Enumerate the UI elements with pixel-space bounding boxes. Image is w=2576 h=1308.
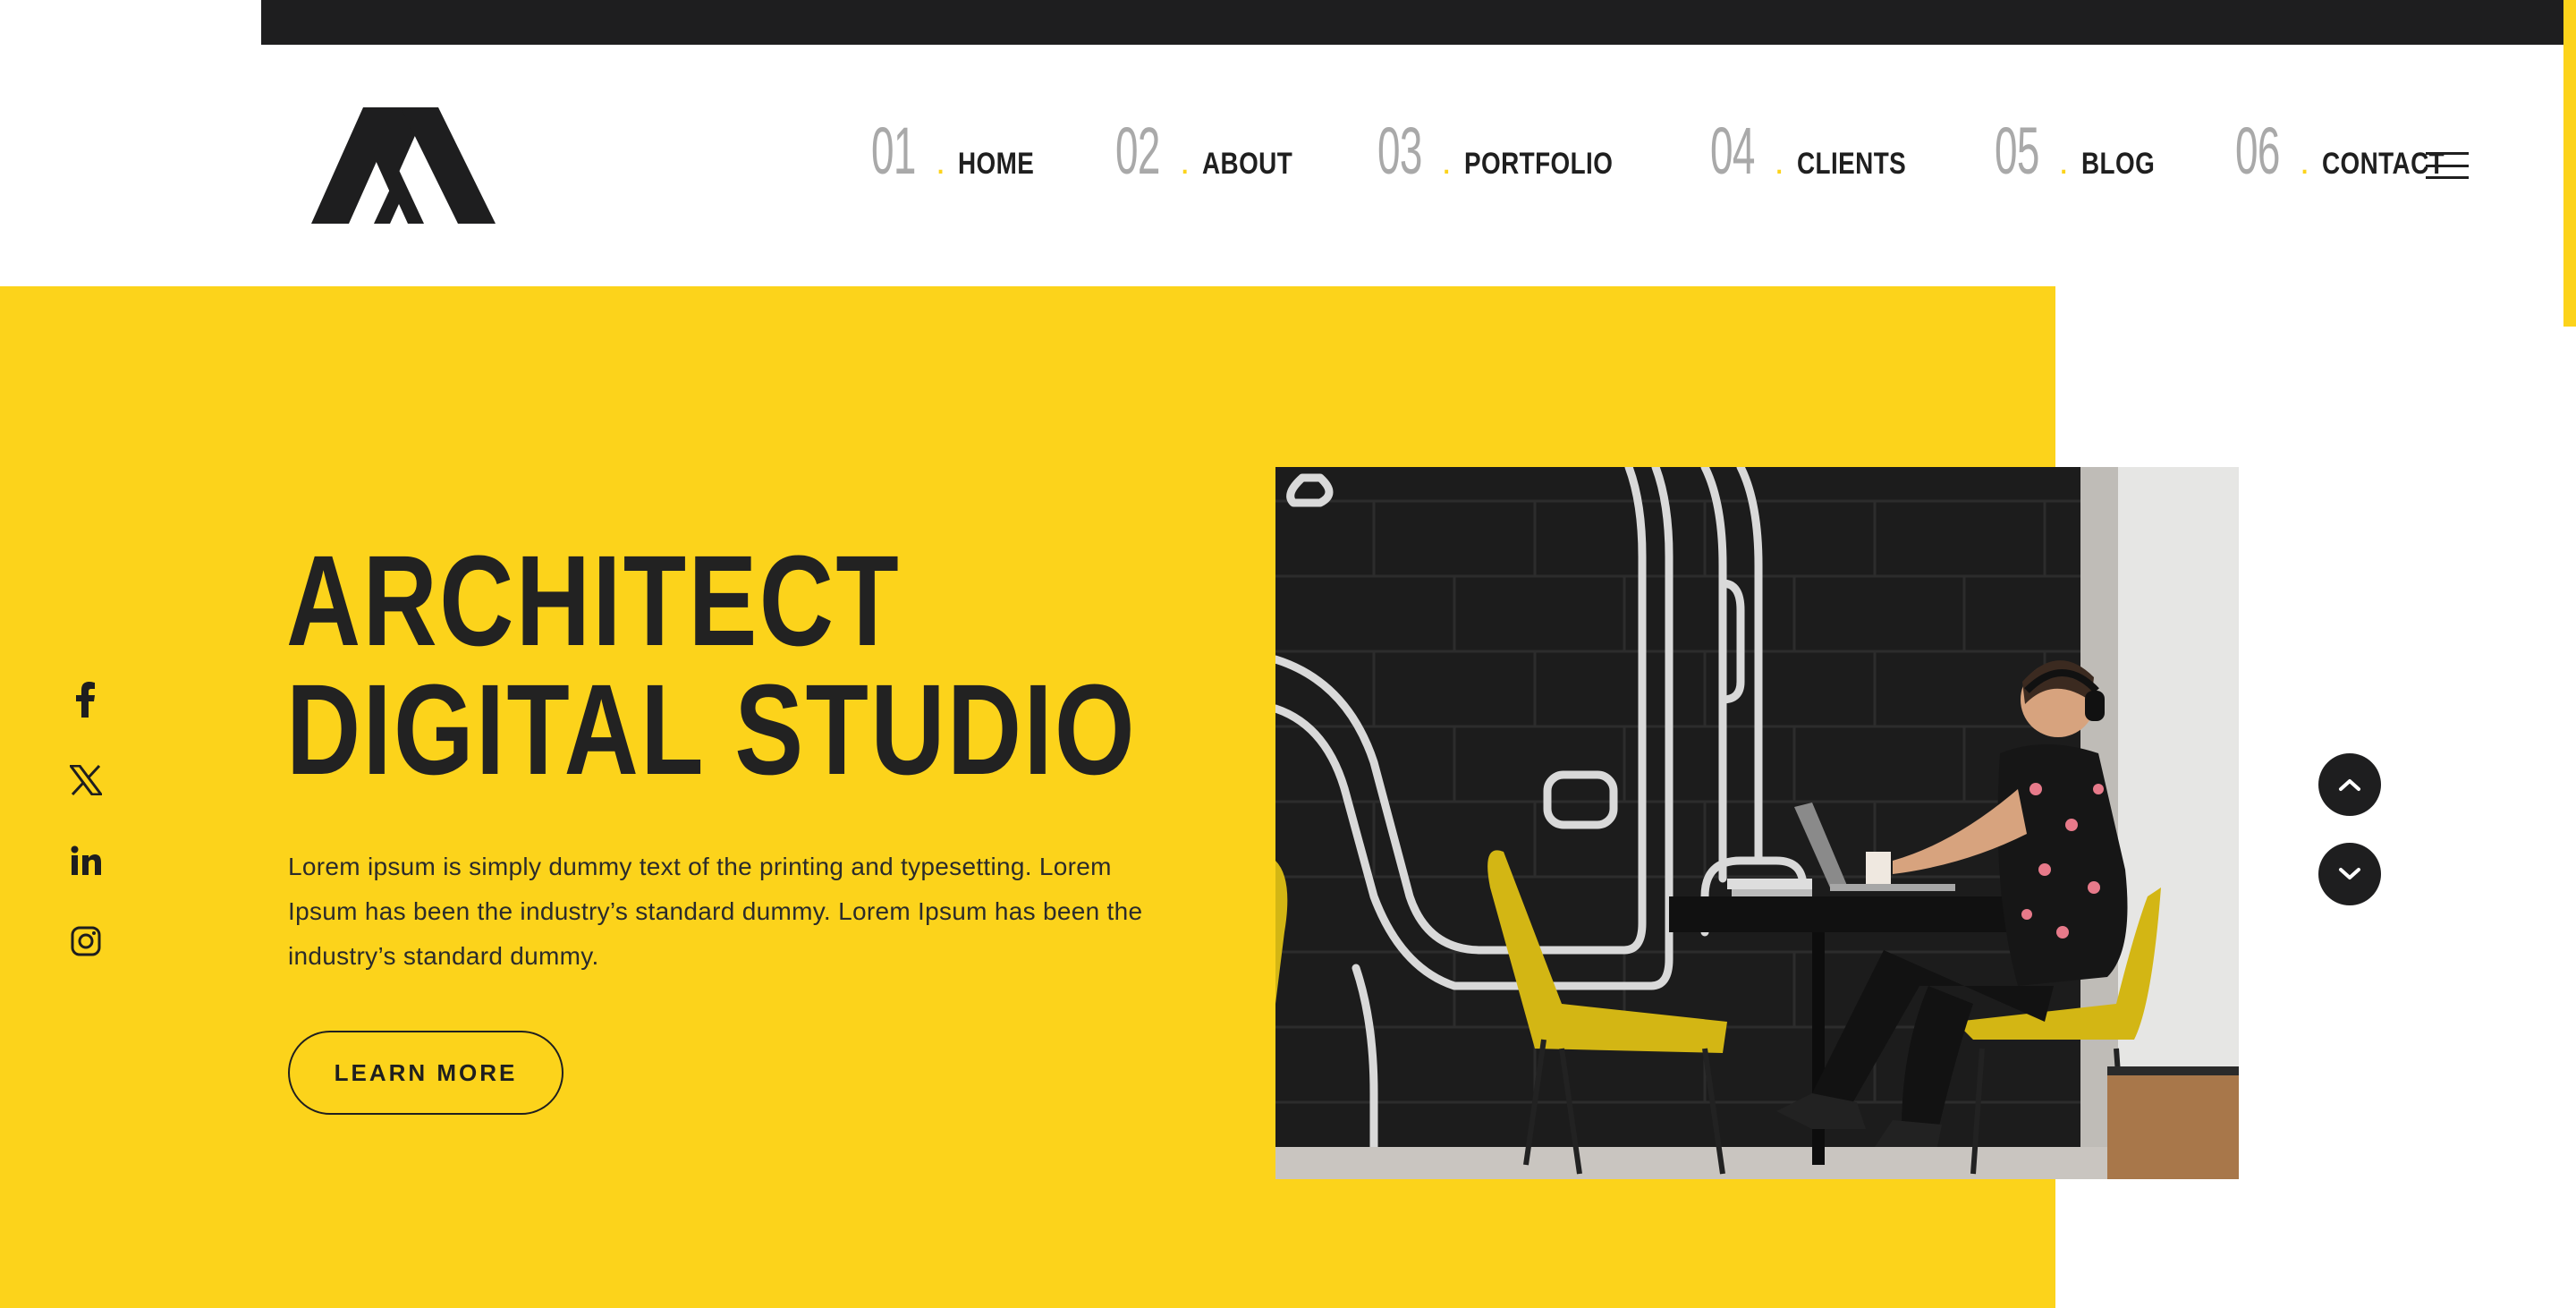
hero-description: Lorem ipsum is simply dummy text of the … bbox=[288, 853, 1143, 970]
top-bar bbox=[261, 0, 2576, 45]
social-links bbox=[64, 680, 107, 1002]
slider-prev-button[interactable] bbox=[2318, 753, 2381, 816]
site-logo[interactable] bbox=[311, 107, 496, 224]
nav-number-wrap: 03 bbox=[1377, 113, 1440, 189]
nav-number: 06 bbox=[2235, 114, 2280, 188]
nav-number-wrap: 05 bbox=[1995, 113, 2057, 189]
headline-line: DIGITAL STUDIO bbox=[286, 658, 1137, 802]
nav-item-home[interactable]: 01 . HOME bbox=[871, 113, 1051, 189]
nav-number: 05 bbox=[1994, 114, 2039, 188]
nav-label: PORTFOLIO bbox=[1463, 147, 1614, 181]
hamburger-line bbox=[2426, 152, 2469, 155]
nav-item-blog[interactable]: 05 . BLOG bbox=[1995, 113, 2171, 189]
hamburger-icon[interactable] bbox=[2426, 152, 2469, 179]
slider-next-button[interactable] bbox=[2318, 843, 2381, 905]
nav-dot: . bbox=[1441, 142, 1452, 182]
nav-number-wrap: 06 bbox=[2235, 113, 2298, 189]
hamburger-line bbox=[2426, 164, 2469, 167]
nav-dot: . bbox=[1774, 142, 1784, 182]
headline-line: ARCHITECT bbox=[286, 529, 902, 673]
nav-dot: . bbox=[936, 142, 946, 182]
nav-number: 01 bbox=[871, 114, 916, 188]
nav-item-about[interactable]: 02 . ABOUT bbox=[1115, 113, 1313, 189]
instagram-icon[interactable] bbox=[66, 922, 106, 961]
hero-headline: ARCHITECT DIGITAL STUDIO bbox=[286, 537, 1137, 794]
chevron-down-icon bbox=[2339, 868, 2360, 879]
linkedin-icon[interactable] bbox=[66, 841, 106, 880]
nav-label: BLOG bbox=[2080, 147, 2155, 181]
nav-number-wrap: 02 bbox=[1115, 113, 1178, 189]
nav-number: 03 bbox=[1377, 114, 1422, 188]
nav-item-clients[interactable]: 04 . CLIENTS bbox=[1710, 113, 1930, 189]
nav-label: HOME bbox=[958, 147, 1035, 181]
scroll-progress-indicator bbox=[2563, 0, 2576, 327]
monogram-logo-icon bbox=[311, 107, 496, 224]
x-twitter-icon[interactable] bbox=[66, 760, 106, 800]
nav-number: 02 bbox=[1115, 114, 1160, 188]
chevron-up-icon bbox=[2339, 779, 2360, 791]
main-navigation: 01 . HOME 02 . ABOUT 03 . PORTFOLIO 04 .… bbox=[871, 113, 2471, 188]
learn-more-button[interactable]: LEARN MORE bbox=[288, 1031, 564, 1115]
nav-dot: . bbox=[2300, 142, 2310, 182]
nav-number-wrap: 04 bbox=[1710, 113, 1773, 189]
nav-dot: . bbox=[2058, 142, 2069, 182]
nav-label: ABOUT bbox=[1202, 147, 1293, 181]
facebook-icon[interactable] bbox=[66, 680, 106, 719]
man-with-headphones-working-on-laptop-photo bbox=[1275, 467, 2239, 1179]
nav-label: CLIENTS bbox=[1796, 147, 1906, 181]
hamburger-line bbox=[2426, 176, 2469, 179]
nav-number-wrap: 01 bbox=[871, 113, 934, 189]
nav-number: 04 bbox=[1709, 114, 1755, 188]
nav-dot: . bbox=[1180, 142, 1191, 182]
nav-item-portfolio[interactable]: 03 . PORTFOLIO bbox=[1377, 113, 1646, 189]
